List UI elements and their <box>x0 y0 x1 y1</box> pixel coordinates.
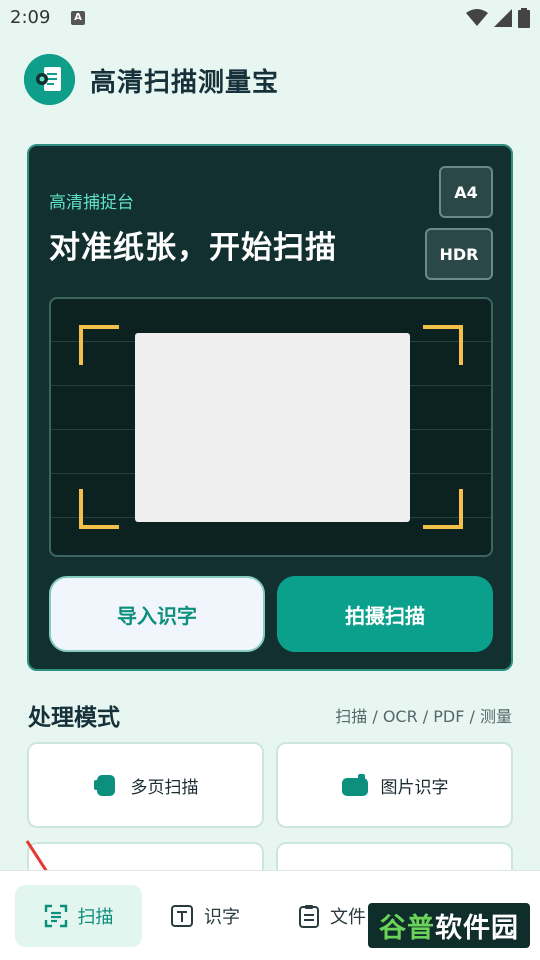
import-ocr-button[interactable]: 导入识字 <box>49 576 265 652</box>
paper-size-chip[interactable]: A4 <box>439 166 493 218</box>
battery-icon <box>518 8 530 28</box>
mode-label: 多页扫描 <box>130 777 199 798</box>
text-icon <box>171 905 193 927</box>
status-icons <box>466 8 530 28</box>
section-title: 处理模式 <box>28 705 120 731</box>
watermark-text-b: 软件园 <box>435 913 519 944</box>
multi-page-icon <box>93 775 115 796</box>
camera-viewfinder[interactable] <box>49 297 493 557</box>
hdr-chip[interactable]: HDR <box>425 228 493 280</box>
mode-label: 图片识字 <box>380 777 449 798</box>
status-time: 2:09 <box>10 7 51 28</box>
frame-corner-top-left <box>79 325 119 365</box>
accessibility-badge-icon: A <box>71 11 85 25</box>
nav-label: 扫描 <box>77 907 114 928</box>
frame-corner-bottom-right <box>423 489 463 529</box>
nav-tab-scan[interactable]: 扫描 <box>15 885 142 947</box>
nav-label: 文件 <box>330 907 366 928</box>
mode-multi-page-scan[interactable]: 多页扫描 <box>27 742 264 828</box>
document-scan-icon <box>24 54 75 105</box>
capture-scan-button[interactable]: 拍摄扫描 <box>277 576 493 652</box>
capture-subtitle: 高清捕捉台 <box>49 193 134 213</box>
image-text-icon <box>341 774 368 796</box>
frame-corner-bottom-left <box>79 489 119 529</box>
wifi-icon <box>466 9 488 26</box>
frame-corner-top-right <box>423 325 463 365</box>
capture-headline: 对准纸张，开始扫描 <box>49 230 337 266</box>
capture-card: 高清捕捉台 对准纸张，开始扫描 A4 HDR 导入识字 拍摄扫描 <box>27 144 513 671</box>
app-title: 高清扫描测量宝 <box>90 68 280 98</box>
nav-tab-files[interactable]: 文件 <box>298 885 366 947</box>
nav-label: 识字 <box>204 907 240 928</box>
status-bar: 2:09 A <box>0 0 540 36</box>
clipboard-icon <box>299 905 319 928</box>
signal-icon <box>494 9 512 27</box>
app-logo <box>24 54 75 105</box>
document-preview <box>135 333 410 522</box>
nav-tab-ocr[interactable]: 识字 <box>170 885 240 947</box>
scan-icon <box>44 904 67 928</box>
watermark-logo: 谷普 软件园 <box>368 903 530 948</box>
section-hint: 扫描 / OCR / PDF / 测量 <box>335 707 512 726</box>
mode-image-ocr[interactable]: 图片识字 <box>276 742 513 828</box>
watermark-text-a: 谷普 <box>379 913 435 944</box>
